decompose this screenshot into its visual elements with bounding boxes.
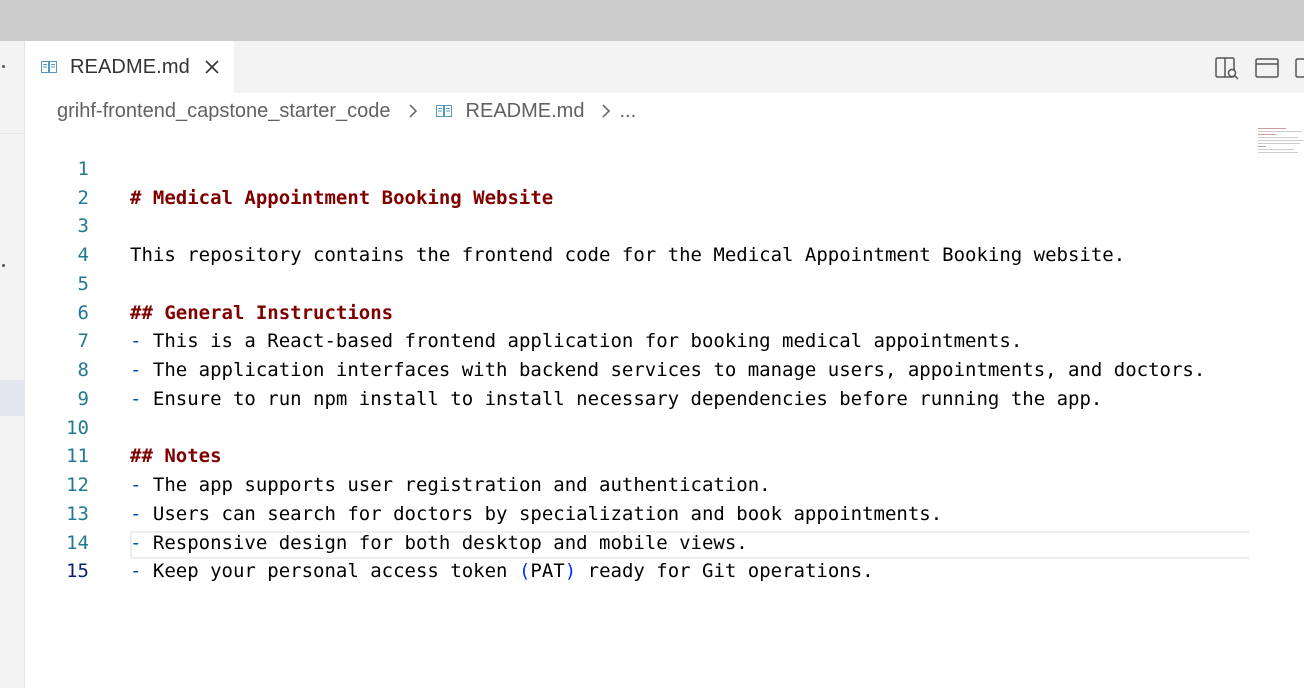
side-panel-edge xyxy=(0,41,25,688)
selected-item[interactable] xyxy=(0,380,24,416)
editor-line[interactable]: 10 ## Notes xyxy=(25,385,1249,468)
breadcrumb-file[interactable]: README.md xyxy=(466,100,585,123)
breadcrumb: grihf-frontend_capstone_starter_code REA… xyxy=(57,97,636,125)
close-icon[interactable] xyxy=(204,59,220,75)
editor-line[interactable]: 6 - This is a React-based frontend appli… xyxy=(25,270,1249,353)
editor-line[interactable]: 8 - Ensure to run npm install to install… xyxy=(25,327,1249,410)
code-editor[interactable]: 1 # Medical Appointment Booking Website … xyxy=(25,126,1249,583)
editor-line[interactable]: 4 xyxy=(25,212,1249,266)
open-preview-to-side-icon[interactable] xyxy=(1214,55,1240,81)
tab-readme[interactable]: README.md xyxy=(25,41,234,93)
editor-line[interactable]: 9 xyxy=(25,356,1249,410)
editor-line[interactable]: 1 # Medical Appointment Booking Website xyxy=(25,126,1249,209)
editor-line[interactable]: 3 This repository contains the frontend … xyxy=(25,184,1249,266)
minimap[interactable] xyxy=(1258,128,1304,160)
book-icon xyxy=(41,61,57,73)
editor-line[interactable]: 11 - The app supports user registration … xyxy=(25,414,1249,496)
line-text: ready for Git operations. xyxy=(576,560,874,583)
line-text: Keep your personal access token xyxy=(141,560,519,583)
line-text: PAT xyxy=(530,560,565,583)
editor-line[interactable]: 13 - Responsive design for both desktop … xyxy=(25,471,1249,554)
editor-actions xyxy=(1200,55,1304,81)
line-number: 15 xyxy=(66,560,89,583)
bracket-close: ) xyxy=(564,560,577,583)
bullet-icon xyxy=(2,264,5,267)
book-icon xyxy=(435,105,452,117)
chevron-right-icon xyxy=(602,104,611,118)
list-bullet: - xyxy=(130,560,142,583)
editor-line[interactable]: 2 xyxy=(25,155,1249,209)
editor-line[interactable]: 14 - Keep your personal access token (PA… xyxy=(25,500,1249,583)
editor-tab-bar: README.md xyxy=(25,41,1304,93)
bullet-icon xyxy=(2,65,5,68)
toggle-panel-icon[interactable] xyxy=(1254,55,1280,81)
breadcrumb-folder[interactable]: grihf-frontend_capstone_starter_code xyxy=(57,100,391,123)
chevron-right-icon xyxy=(409,104,417,118)
editor-line[interactable]: 12 - Users can search for doctors by spe… xyxy=(25,442,1249,525)
divider xyxy=(0,133,24,134)
more-actions-icon[interactable] xyxy=(1294,55,1304,81)
editor-line-active[interactable]: 15 xyxy=(25,529,1249,582)
window-title-bar xyxy=(0,0,1304,41)
bracket-open: ( xyxy=(518,560,531,583)
breadcrumb-more[interactable]: ... xyxy=(619,100,636,123)
editor-line[interactable]: 7 - The application interfaces with back… xyxy=(25,299,1249,381)
editor-line[interactable]: 5 ## General Instructions xyxy=(25,241,1249,324)
tab-label: README.md xyxy=(70,55,190,78)
